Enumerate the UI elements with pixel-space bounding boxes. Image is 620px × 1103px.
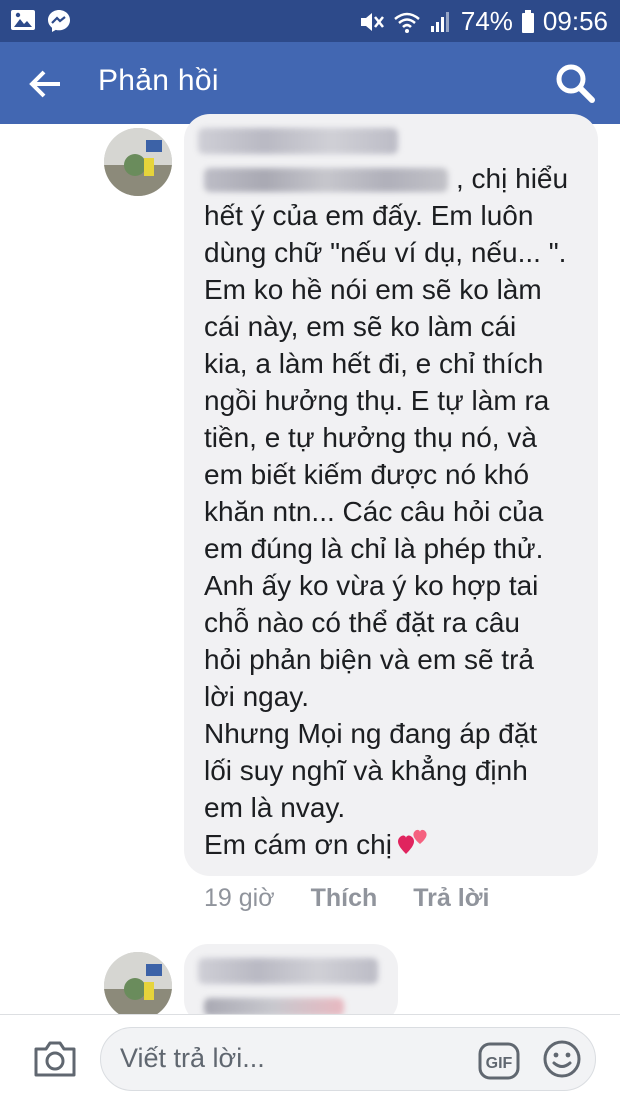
avatar[interactable]: [104, 128, 172, 196]
reply-button[interactable]: Trả lời: [413, 884, 489, 913]
camera-icon[interactable]: [32, 1039, 78, 1079]
commenter-name-blurred[interactable]: [198, 128, 398, 154]
comment-meta: 19 giờ Thích Trả lời: [204, 884, 489, 913]
comment-time: 19 giờ: [204, 884, 275, 912]
gif-button[interactable]: GIF: [478, 1041, 520, 1081]
mute-icon: [360, 12, 384, 31]
app-bar: Phản hồi: [0, 42, 620, 124]
smiley-icon[interactable]: [542, 1039, 582, 1079]
comment-body: , chị hiểu hết ý của em đấy. Em luôn dùn…: [204, 160, 594, 863]
reply-composer: Viết trả lời... GIF: [0, 1014, 620, 1103]
page-title: Phản hồi: [98, 64, 219, 97]
clock: 09:56: [542, 6, 608, 36]
comment-text: hết ý của em đấy. Em luôn dùng chữ "nếu …: [204, 200, 567, 823]
like-button[interactable]: Thích: [311, 884, 378, 913]
gallery-icon: [11, 10, 35, 30]
comment-last-line: Em cám ơn chị: [204, 829, 392, 860]
battery-icon: [521, 9, 534, 33]
signal-icon: [430, 11, 449, 32]
avatar[interactable]: [104, 952, 172, 1020]
status-bar: 74% 09:56: [0, 0, 620, 42]
comment-first-line: , chị hiểu: [456, 163, 569, 194]
messenger-icon: [48, 10, 70, 32]
wifi-icon: [394, 12, 420, 33]
battery-percent: 74%: [460, 6, 513, 36]
search-icon[interactable]: [552, 60, 598, 106]
reply-input-placeholder: Viết trả lời...: [120, 1043, 265, 1073]
gif-label: GIF: [486, 1055, 513, 1072]
arrow-left-icon[interactable]: [24, 62, 68, 106]
two-hearts-icon: [397, 829, 427, 854]
commenter-name-blurred[interactable]: [198, 958, 378, 984]
